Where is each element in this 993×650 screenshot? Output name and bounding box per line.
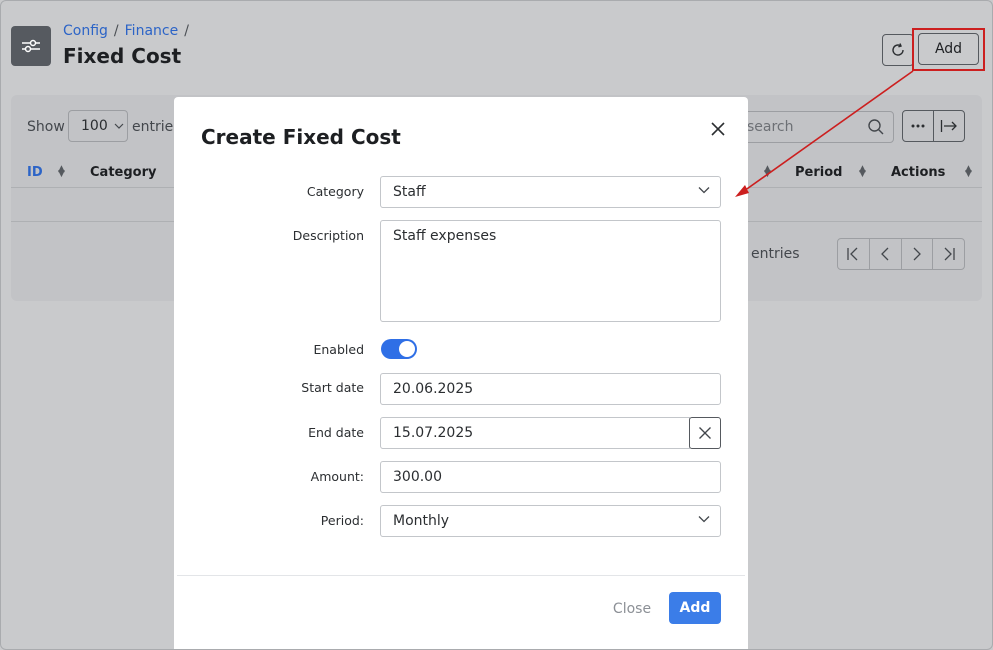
end-date-input[interactable]: 15.07.2025 (380, 417, 690, 449)
previous-page-button[interactable] (868, 239, 901, 269)
refresh-icon (892, 43, 904, 56)
amount-value: 300.00 (393, 469, 442, 485)
show-label: Show (27, 119, 65, 135)
pagination (837, 238, 965, 270)
sort-icon[interactable]: ▲ ▼ (859, 165, 866, 179)
period-select[interactable]: Monthly (380, 505, 721, 537)
modal-title: Create Fixed Cost (201, 125, 401, 149)
export-button[interactable] (933, 111, 964, 141)
page-size-select[interactable]: 100 (68, 110, 128, 142)
chevron-down-icon (698, 187, 710, 194)
start-date-value: 20.06.2025 (393, 381, 474, 397)
app-window: Config / Finance / Fixed Cost Add Show 1… (0, 0, 993, 650)
amount-label: Amount: (310, 469, 364, 484)
last-page-icon (944, 247, 955, 261)
breadcrumb-finance-link[interactable]: Finance (125, 23, 179, 39)
last-page-button[interactable] (932, 239, 964, 269)
chevron-right-icon (913, 247, 921, 261)
breadcrumb-separator: / (184, 23, 189, 39)
sort-icon[interactable]: ▲ ▼ (58, 165, 65, 179)
start-date-label: Start date (301, 380, 364, 395)
modal-footer-divider (177, 575, 745, 576)
ellipsis-icon (911, 124, 925, 128)
modal-close-button[interactable] (707, 118, 729, 140)
column-header-actions[interactable]: Actions (891, 165, 945, 180)
close-icon (699, 427, 711, 439)
arrow-right-bar-icon (940, 120, 957, 132)
page-size-value: 100 (81, 118, 108, 134)
category-value: Staff (393, 184, 426, 200)
category-label: Category (306, 184, 364, 199)
search-input[interactable]: search (736, 111, 894, 143)
enabled-toggle[interactable] (381, 339, 417, 359)
breadcrumb-separator: / (113, 23, 119, 39)
search-placeholder: search (747, 119, 794, 135)
modal-add-button[interactable]: Add (669, 592, 721, 624)
first-page-button[interactable] (838, 239, 869, 269)
page-title: Fixed Cost (63, 44, 182, 68)
clear-end-date-button[interactable] (689, 417, 721, 449)
sliders-icon (11, 26, 51, 66)
period-value: Monthly (393, 513, 450, 529)
description-textarea[interactable]: Staff expenses (380, 220, 721, 322)
period-label: Period: (320, 513, 364, 528)
close-icon (711, 122, 725, 136)
entries-info: entries (751, 246, 800, 262)
chevron-down-icon (698, 516, 710, 523)
search-icon (868, 119, 884, 135)
sort-icon[interactable]: ▲ ▼ (965, 165, 972, 179)
refresh-button[interactable] (882, 34, 914, 66)
column-header-period[interactable]: Period (795, 165, 842, 180)
more-options-button[interactable] (903, 111, 933, 141)
end-date-value: 15.07.2025 (393, 425, 474, 441)
next-page-button[interactable] (900, 239, 933, 269)
table-actions-group (902, 110, 965, 142)
amount-input[interactable]: 300.00 (380, 461, 721, 493)
column-header-id[interactable]: ID (27, 165, 43, 180)
category-select[interactable]: Staff (380, 176, 721, 208)
column-header-category[interactable]: Category (90, 165, 156, 180)
create-fixed-cost-modal: Create Fixed Cost Category Staff Descrip… (174, 97, 748, 649)
first-page-icon (847, 247, 858, 261)
description-label: Description (292, 228, 364, 243)
chevron-left-icon (881, 247, 889, 261)
chevron-down-icon (114, 123, 124, 129)
start-date-input[interactable]: 20.06.2025 (380, 373, 721, 405)
breadcrumb: Config / Finance / (63, 23, 189, 39)
toggle-knob (399, 341, 415, 357)
close-button[interactable]: Close (605, 593, 659, 625)
enabled-label: Enabled (313, 342, 364, 357)
end-date-label: End date (308, 425, 364, 440)
sort-icon[interactable]: ▲ ▼ (764, 165, 771, 179)
highlight-box (912, 28, 985, 71)
breadcrumb-config-link[interactable]: Config (63, 23, 108, 39)
